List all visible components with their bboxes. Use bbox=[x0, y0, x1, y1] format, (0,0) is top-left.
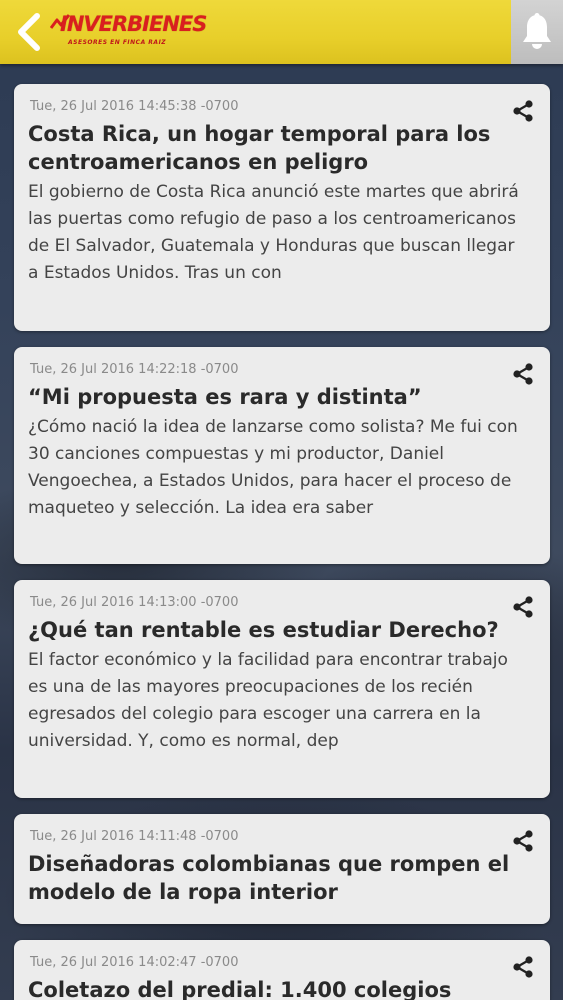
logo-tagline: ASESORES EN FINCA RAIZ bbox=[68, 39, 167, 46]
notifications-button[interactable] bbox=[511, 0, 563, 64]
app-header: INVERBIENES ASESORES EN FINCA RAIZ bbox=[0, 0, 563, 64]
share-button[interactable] bbox=[510, 828, 536, 854]
card-date: Tue, 26 Jul 2016 14:13:00 -0700 bbox=[30, 595, 239, 610]
card-title[interactable]: Diseñadoras colombianas que rompen el mo… bbox=[28, 850, 510, 906]
card-date: Tue, 26 Jul 2016 14:11:48 -0700 bbox=[30, 829, 239, 844]
share-icon bbox=[513, 363, 533, 385]
news-feed[interactable]: Tue, 26 Jul 2016 14:45:38 -0700 Costa Ri… bbox=[0, 64, 563, 1000]
card-date: Tue, 26 Jul 2016 14:45:38 -0700 bbox=[30, 99, 239, 114]
card-excerpt: El gobierno de Costa Rica anunció este m… bbox=[28, 182, 519, 283]
chevron-left-icon bbox=[18, 13, 40, 51]
card-title[interactable]: “Mi propuesta es rara y distinta” bbox=[28, 383, 510, 411]
share-icon bbox=[513, 830, 533, 852]
card-date: Tue, 26 Jul 2016 14:02:47 -0700 bbox=[30, 955, 239, 970]
share-button[interactable] bbox=[510, 594, 536, 620]
share-icon bbox=[513, 596, 533, 618]
news-card[interactable]: Tue, 26 Jul 2016 14:11:48 -0700 Diseñado… bbox=[14, 814, 550, 924]
card-excerpt: ¿Cómo nació la idea de lanzarse como sol… bbox=[28, 417, 518, 518]
card-date: Tue, 26 Jul 2016 14:22:18 -0700 bbox=[30, 362, 239, 377]
share-icon bbox=[513, 956, 533, 978]
card-title[interactable]: Coletazo del predial: 1.400 colegios bbox=[28, 976, 510, 1000]
share-icon bbox=[513, 100, 533, 122]
card-title[interactable]: ¿Qué tan rentable es estudiar Derecho? bbox=[28, 616, 510, 644]
news-card[interactable]: Tue, 26 Jul 2016 14:45:38 -0700 Costa Ri… bbox=[14, 84, 550, 331]
back-button[interactable] bbox=[8, 8, 50, 56]
card-excerpt: El factor económico y la facilidad para … bbox=[28, 650, 508, 751]
logo-name: INVERBIENES bbox=[60, 12, 207, 36]
brand-logo: INVERBIENES ASESORES EN FINCA RAIZ bbox=[50, 10, 207, 54]
news-card[interactable]: Tue, 26 Jul 2016 14:22:18 -0700 “Mi prop… bbox=[14, 347, 550, 564]
news-card[interactable]: Tue, 26 Jul 2016 14:13:00 -0700 ¿Qué tan… bbox=[14, 580, 550, 798]
share-button[interactable] bbox=[510, 98, 536, 124]
share-button[interactable] bbox=[510, 361, 536, 387]
card-title[interactable]: Costa Rica, un hogar temporal para los c… bbox=[28, 120, 510, 176]
news-card[interactable]: Tue, 26 Jul 2016 14:02:47 -0700 Coletazo… bbox=[14, 940, 550, 1000]
bell-icon bbox=[523, 13, 551, 49]
share-button[interactable] bbox=[510, 954, 536, 980]
